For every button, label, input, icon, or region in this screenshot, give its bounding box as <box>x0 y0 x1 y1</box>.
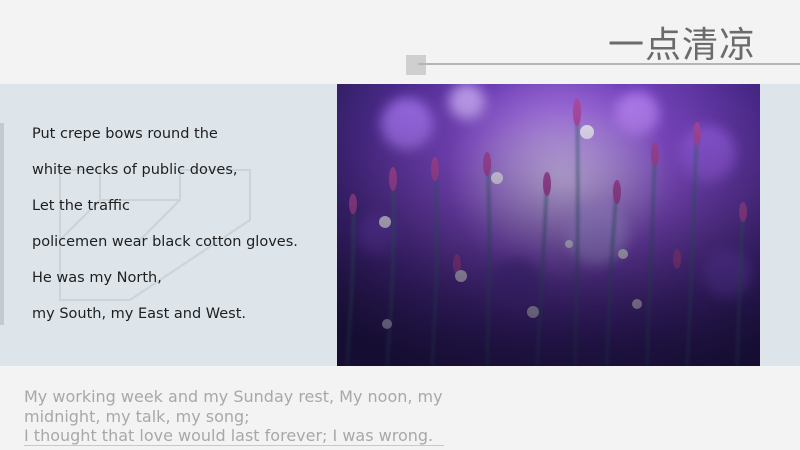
quote-line: I thought that love would last forever; … <box>24 426 434 445</box>
poem-text: Put crepe bows round the white necks of … <box>32 116 332 332</box>
lavender-flowers-photo <box>337 84 760 366</box>
poem-line: Let the traffic <box>32 198 130 214</box>
poem-line: white necks of public doves, <box>32 162 238 178</box>
poem-line: policemen wear black cotton gloves. <box>32 234 298 250</box>
quote-text: My working week and my Sunday rest, My n… <box>24 387 464 446</box>
quote-line: My working week and my Sunday rest, My n… <box>24 387 443 406</box>
quote-underline <box>24 445 444 446</box>
decorative-square <box>406 55 426 75</box>
poem-line: Put crepe bows round the <box>32 126 218 142</box>
quote-line: midnight, my talk, my song; <box>24 406 250 426</box>
poem-line: my South, my East and West. <box>32 306 247 322</box>
left-accent-bar <box>0 123 4 325</box>
poem-line: He was my North, <box>32 270 162 286</box>
slide-title: 一点清凉 <box>607 25 756 66</box>
decorative-line <box>418 63 800 65</box>
